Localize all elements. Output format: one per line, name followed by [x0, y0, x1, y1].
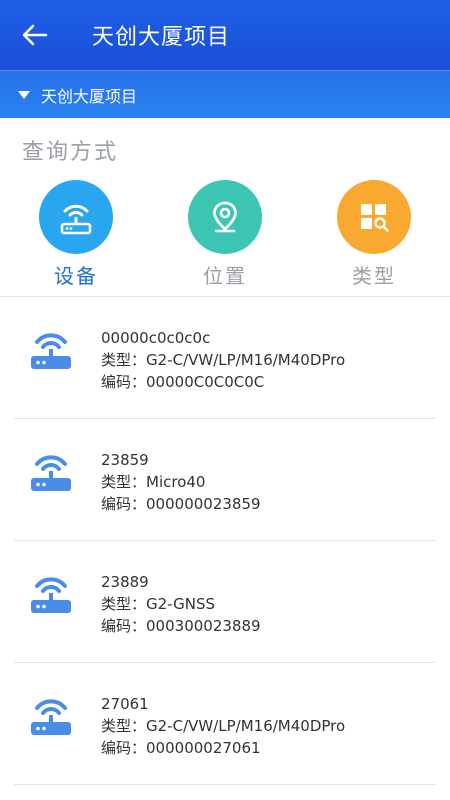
device-list: 00000c0c0c0c 类型：G2-C/VW/LP/M16/M40DPro 编…: [0, 297, 450, 785]
device-info: 00000c0c0c0c 类型：G2-C/VW/LP/M16/M40DPro 编…: [101, 327, 345, 393]
code-label: 编码：: [101, 617, 147, 635]
code-label: 编码：: [101, 495, 147, 513]
device-code: 000000027061: [146, 739, 261, 757]
app-bar: 天创大厦项目: [0, 0, 450, 70]
code-label: 编码：: [101, 373, 147, 391]
device-code: 000300023889: [146, 617, 261, 635]
device-name: 23889: [101, 573, 149, 591]
location-pin-icon: [213, 201, 237, 233]
device-list-item[interactable]: 27061 类型：G2-C/VW/LP/M16/M40DPro 编码：00000…: [14, 663, 436, 785]
router-icon: [31, 699, 71, 735]
device-list-item[interactable]: 00000c0c0c0c 类型：G2-C/VW/LP/M16/M40DPro 编…: [14, 297, 436, 419]
caret-down-icon: [18, 90, 30, 99]
router-icon: [31, 455, 71, 491]
type-label: 类型：: [101, 595, 147, 613]
mode-label: 设备: [54, 264, 98, 288]
device-info: 23889 类型：G2-GNSS 编码：000300023889: [101, 571, 261, 637]
device-code-row: 编码：000000023859: [101, 493, 261, 515]
device-code: 00000C0C0C0C: [146, 373, 265, 391]
project-selector-label: 天创大厦项目: [41, 86, 138, 106]
type-label: 类型：: [101, 473, 147, 491]
query-mode-selector: 设备 位置 类型: [0, 180, 450, 292]
device-code-row: 编码：000300023889: [101, 615, 261, 637]
device-code-row: 编码：000000027061: [101, 737, 345, 759]
device-name: 00000c0c0c0c: [101, 329, 211, 347]
query-method-title: 查询方式: [22, 140, 119, 165]
code-label: 编码：: [101, 739, 147, 757]
mode-circle: [39, 180, 113, 254]
mode-label: 位置: [203, 264, 247, 288]
device-name: 23859: [101, 451, 149, 469]
type-label: 类型：: [101, 717, 147, 735]
device-list-item[interactable]: 23859 类型：Micro40 编码：000000023859: [14, 419, 436, 541]
device-type-row: 类型：G2-C/VW/LP/M16/M40DPro: [101, 715, 345, 737]
query-mode-type[interactable]: 类型: [324, 180, 424, 292]
router-icon: [60, 204, 92, 235]
device-type: G2-C/VW/LP/M16/M40DPro: [146, 351, 346, 369]
device-code: 000000023859: [146, 495, 261, 513]
device-code-row: 编码：00000C0C0C0C: [101, 371, 345, 393]
back-button[interactable]: [0, 0, 70, 70]
device-type-row: 类型：G2-GNSS: [101, 593, 261, 615]
device-list-item[interactable]: 23889 类型：G2-GNSS 编码：000300023889: [14, 541, 436, 663]
mode-circle: [337, 180, 411, 254]
type-label: 类型：: [101, 351, 147, 369]
device-info: 27061 类型：G2-C/VW/LP/M16/M40DPro 编码：00000…: [101, 693, 345, 759]
query-mode-device[interactable]: 设备: [26, 180, 126, 292]
router-icon: [31, 577, 71, 613]
device-type: Micro40: [146, 473, 206, 491]
query-mode-location[interactable]: 位置: [175, 180, 275, 292]
router-icon: [31, 333, 71, 369]
project-selector[interactable]: 天创大厦项目: [0, 70, 450, 118]
device-info: 23859 类型：Micro40 编码：000000023859: [101, 449, 261, 515]
back-arrow-icon: [22, 24, 48, 46]
category-search-icon: [361, 204, 389, 232]
mode-circle: [188, 180, 262, 254]
device-type-row: 类型：Micro40: [101, 471, 261, 493]
device-type: G2-GNSS: [146, 595, 216, 613]
mode-label: 类型: [352, 264, 396, 288]
device-type: G2-C/VW/LP/M16/M40DPro: [146, 717, 346, 735]
device-type-row: 类型：G2-C/VW/LP/M16/M40DPro: [101, 349, 345, 371]
device-name: 27061: [101, 695, 149, 713]
page-title: 天创大厦项目: [92, 25, 231, 50]
